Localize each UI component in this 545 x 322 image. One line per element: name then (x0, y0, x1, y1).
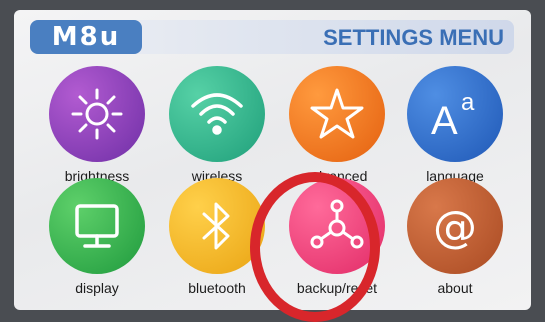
menu-tile-brightness[interactable]: brightness (42, 66, 152, 184)
svg-text:@: @ (433, 202, 477, 253)
menu-tile-language[interactable]: A a language (400, 66, 510, 184)
wifi-icon (169, 66, 265, 162)
font-size-icon: A a (407, 66, 503, 162)
svg-text:A: A (431, 99, 458, 142)
monitor-icon (49, 178, 145, 274)
menu-label: bluetooth (188, 280, 246, 296)
header-bar: M8u SETTINGS MENU (30, 20, 514, 54)
brand-logo: M8u (30, 20, 142, 54)
star-icon (289, 66, 385, 162)
at-icon: @ (407, 178, 503, 274)
menu-tile-wireless[interactable]: wireless (162, 66, 272, 184)
menu-tile-about[interactable]: @ about (400, 178, 510, 296)
menu-label: display (75, 280, 119, 296)
page-title: SETTINGS MENU (323, 25, 504, 50)
svg-text:a: a (461, 89, 475, 116)
menu-tile-advanced[interactable]: advanced (282, 66, 392, 184)
menu-label: about (437, 280, 473, 296)
sun-icon (49, 66, 145, 162)
highlight-ring (250, 172, 380, 322)
menu-tile-display[interactable]: display (42, 178, 152, 296)
